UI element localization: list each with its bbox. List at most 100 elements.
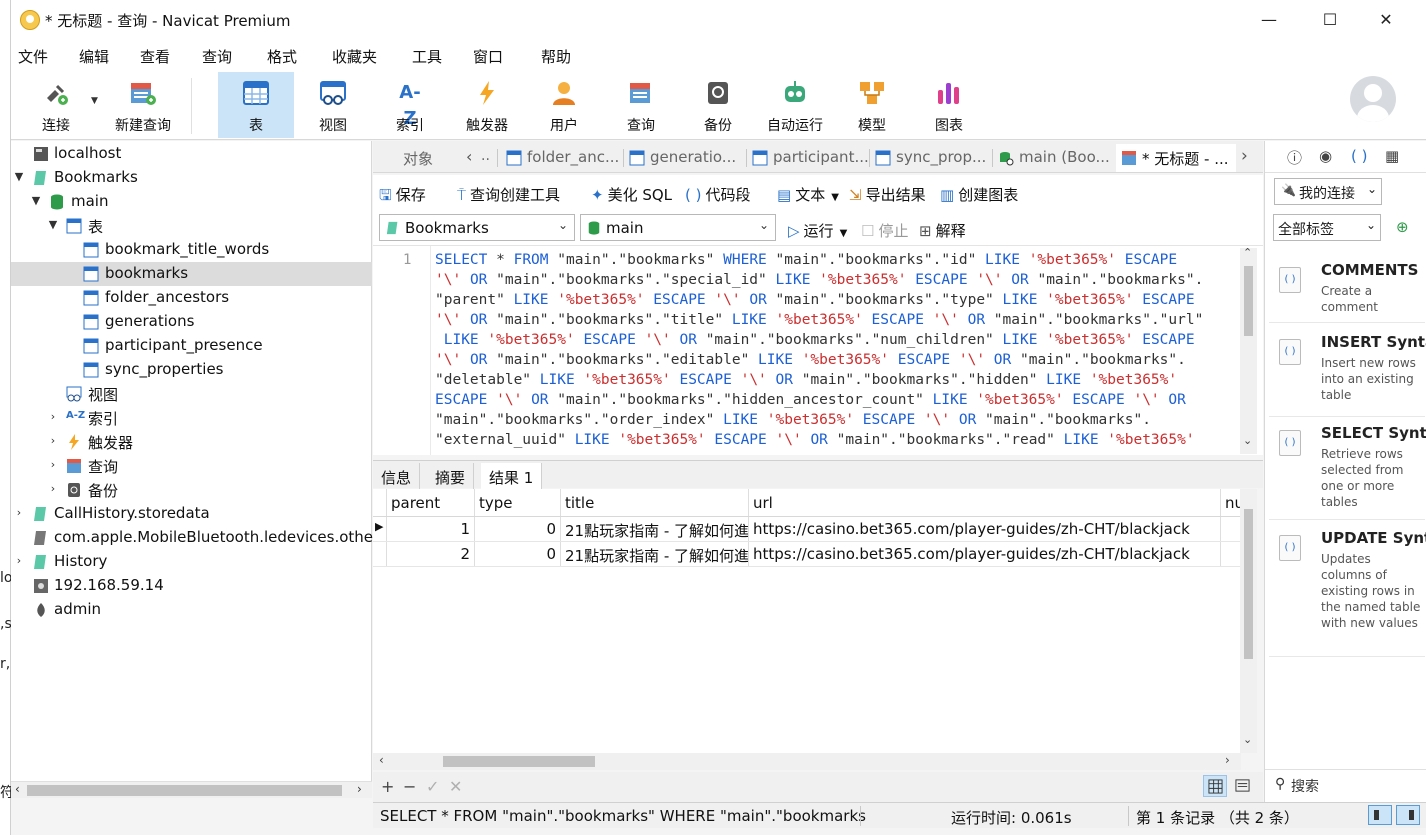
chevron-right-icon[interactable]: › <box>1225 753 1230 767</box>
tree-item-backups[interactable]: › 备份 <box>11 478 372 502</box>
tree-item-queries[interactable]: › 查询 <box>11 454 372 478</box>
tree-item-indexes[interactable]: › A-Z 索引 <box>11 406 372 430</box>
tab-sync-properties[interactable]: sync_prop... <box>870 144 992 172</box>
scroll-thumb[interactable] <box>27 785 342 796</box>
model-button[interactable]: 模型 <box>834 72 910 138</box>
chevron-right-icon[interactable]: › <box>47 434 59 447</box>
column-header[interactable]: nu <box>1221 489 1241 516</box>
cell-parent[interactable]: 1 <box>387 517 475 541</box>
backup-button[interactable]: 备份 <box>680 72 756 138</box>
chart-button[interactable]: 图表 <box>911 72 987 138</box>
view-button[interactable]: 视图 <box>295 72 371 138</box>
chevron-down-icon[interactable]: ⌄ <box>1243 434 1252 447</box>
tree-item-table[interactable]: bookmarks <box>11 262 372 286</box>
tree-item-table[interactable]: folder_ancestors <box>11 286 372 310</box>
grid-view-button[interactable] <box>1203 775 1227 797</box>
menu-format[interactable]: 格式 <box>267 46 297 67</box>
tab-info[interactable]: 信息 <box>373 463 421 489</box>
table-row[interactable]: ▶ 1 0 21點玩家指南 - 了解如何進行 https://casino.be… <box>373 517 1241 542</box>
beautify-sql-button[interactable]: ✦ 美化 SQL <box>591 184 672 205</box>
text-button[interactable]: ▤ 文本 ▼ <box>777 184 839 205</box>
sql-code[interactable]: SELECT * FROM "main"."bookmarks" WHERE "… <box>435 250 1235 455</box>
add-snippet-icon[interactable]: ⊕ <box>1396 218 1409 236</box>
run-button[interactable]: ▷ 运行 ▼ <box>788 220 847 241</box>
chevron-down-icon[interactable]: ▼ <box>47 218 59 231</box>
tree-item-history[interactable]: › History <box>11 550 372 574</box>
info-icon[interactable]: ⓘ <box>1287 147 1302 168</box>
query-button[interactable]: 查询 <box>603 72 679 138</box>
tree-item-table[interactable]: bookmark_title_words <box>11 238 372 262</box>
delete-record-button[interactable]: − <box>403 777 416 796</box>
menu-query[interactable]: 查询 <box>202 46 232 67</box>
cell-overflow[interactable] <box>1221 542 1241 566</box>
toggle-right-pane-button[interactable] <box>1396 805 1420 825</box>
tree-item-admin[interactable]: admin <box>11 598 372 622</box>
menu-file[interactable]: 文件 <box>18 46 48 67</box>
tree-item-bookmarks[interactable]: ▼ Bookmarks <box>11 166 372 190</box>
tags-select[interactable]: 全部标签 ⌄ <box>1273 214 1381 241</box>
menu-tools[interactable]: 工具 <box>412 46 442 67</box>
chevron-right-icon[interactable]: › <box>47 410 59 423</box>
scroll-thumb[interactable] <box>443 756 595 767</box>
tree-item-main[interactable]: ▼ main <box>11 190 372 214</box>
tab-main-bookmarks[interactable]: main (Boo... <box>993 144 1115 172</box>
create-chart-button[interactable]: ▥ 创建图表 <box>940 184 1018 205</box>
chevron-right-icon[interactable]: › <box>13 506 25 519</box>
tree-item-views[interactable]: 视图 <box>11 382 372 406</box>
layout-icon[interactable]: ▦ <box>1385 147 1399 165</box>
close-button[interactable]: ✕ <box>1366 8 1406 32</box>
menu-favorites[interactable]: 收藏夹 <box>332 46 377 67</box>
toggle-left-pane-button[interactable] <box>1368 805 1392 825</box>
table-button[interactable]: 表 <box>218 72 294 138</box>
tab-result-1[interactable]: 结果 1 <box>481 463 543 489</box>
chevron-up-icon[interactable]: ⌃ <box>1243 246 1252 259</box>
snippet-item-update[interactable]: ( ) UPDATE Synt Updates columns of exist… <box>1269 529 1426 657</box>
column-header[interactable]: parent <box>387 489 475 516</box>
cell-title[interactable]: 21點玩家指南 - 了解如何進行 <box>561 542 749 566</box>
menu-window[interactable]: 窗口 <box>473 46 503 67</box>
minimize-button[interactable]: — <box>1249 8 1289 32</box>
apply-changes-button[interactable]: ✓ <box>426 777 439 796</box>
snippet-item-insert[interactable]: ( ) INSERT Synta Insert new rows into an… <box>1269 333 1426 417</box>
chevron-down-icon[interactable]: ▼ <box>13 170 25 183</box>
chevron-down-icon[interactable]: ▼ <box>91 96 98 106</box>
menu-view[interactable]: 查看 <box>140 46 170 67</box>
save-button[interactable]: 🖫 保存 <box>379 184 426 210</box>
explain-button[interactable]: ⊞ 解释 <box>919 220 966 241</box>
eye-icon[interactable]: ◉ <box>1319 147 1332 165</box>
chevron-left-icon[interactable]: ‹ <box>466 147 472 166</box>
cell-parent[interactable]: 2 <box>387 542 475 566</box>
trigger-button[interactable]: 触发器 <box>449 72 525 138</box>
tree-item-triggers[interactable]: › 触发器 <box>11 430 372 454</box>
chevron-down-icon[interactable]: ▼ <box>30 194 42 207</box>
snippet-item-comments[interactable]: ( ) COMMENTS Create a comment <box>1269 261 1425 323</box>
grid-horizontal-scrollbar[interactable]: ‹ › <box>373 753 1241 770</box>
search-input[interactable]: 搜索 <box>1291 776 1319 796</box>
tree-item-bluetooth[interactable]: com.apple.MobileBluetooth.ledevices.othe… <box>11 526 379 550</box>
tree-item-ip[interactable]: 192.168.59.14 <box>11 574 372 598</box>
grid-vertical-scrollbar[interactable]: ⌄ <box>1240 489 1257 753</box>
snippet-item-select[interactable]: ( ) SELECT Synta Retrieve rows selected … <box>1269 424 1426 520</box>
discard-changes-button[interactable]: ✕ <box>449 777 462 796</box>
form-view-button[interactable] <box>1231 775 1255 797</box>
my-connections-select[interactable]: 🔌 我的连接 ⌄ <box>1274 178 1382 205</box>
cell-title[interactable]: 21點玩家指南 - 了解如何進行 <box>561 517 749 541</box>
chevron-right-icon[interactable]: › <box>13 554 25 567</box>
tree-item-table[interactable]: generations <box>11 310 372 334</box>
table-row[interactable]: 2 0 21點玩家指南 - 了解如何進行 https://casino.bet3… <box>373 542 1241 567</box>
tree-item-table[interactable]: participant_presence <box>11 334 372 358</box>
user-avatar[interactable] <box>1350 76 1396 122</box>
query-builder-button[interactable]: ⍑ 查询创建工具 <box>457 184 560 205</box>
cell-overflow[interactable] <box>1221 517 1241 541</box>
cell-type[interactable]: 0 <box>475 542 561 566</box>
automation-button[interactable]: 自动运行 <box>757 72 833 138</box>
sql-editor[interactable]: 1 SELECT * FROM "main"."bookmarks" WHERE… <box>373 245 1263 455</box>
tree-horizontal-scrollbar[interactable]: ‹ › <box>11 781 372 798</box>
chevron-down-icon[interactable]: ⌄ <box>1243 733 1252 746</box>
snippet-button[interactable]: ( ) 代码段 <box>685 184 751 205</box>
stop-button[interactable]: ☐ 停止 <box>861 220 908 241</box>
chevron-left-icon[interactable]: ‹ <box>379 753 384 767</box>
database-select[interactable]: main ⌄ <box>580 214 776 241</box>
cell-type[interactable]: 0 <box>475 517 561 541</box>
cell-url[interactable]: https://casino.bet365.com/player-guides/… <box>749 517 1221 541</box>
